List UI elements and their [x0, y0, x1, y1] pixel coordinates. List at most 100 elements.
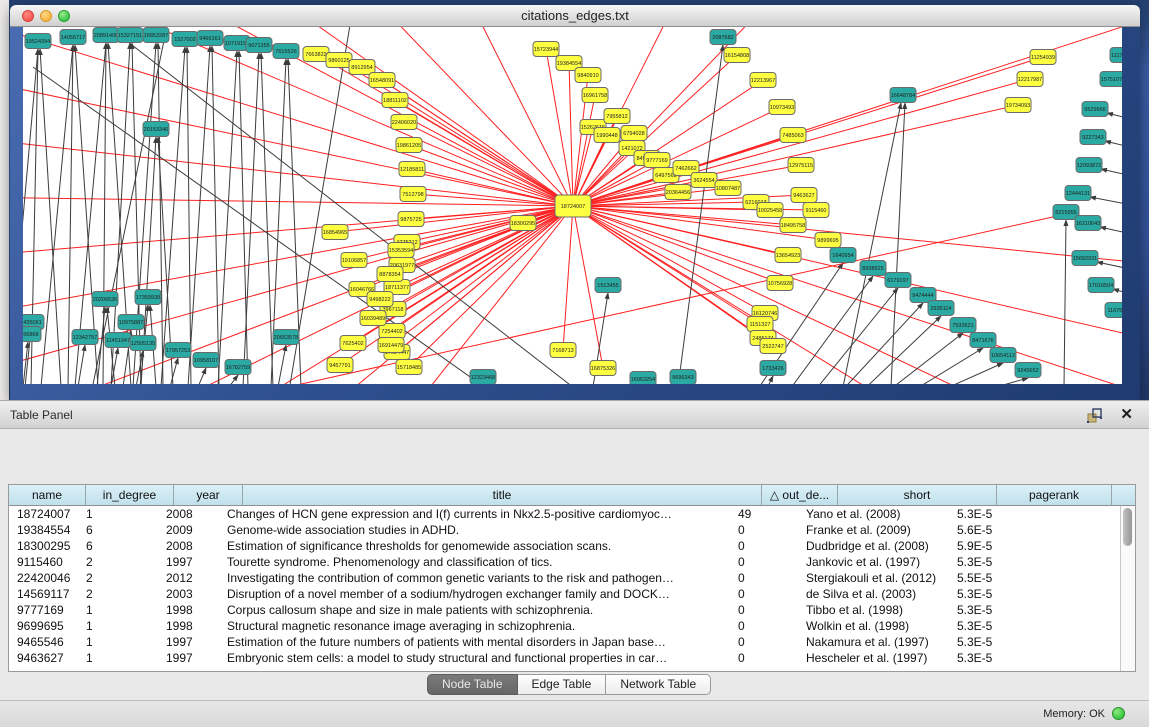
network-node[interactable]: 9529966 — [1082, 102, 1108, 117]
table-cell-year[interactable]: 1998 — [158, 602, 219, 618]
table-cell-pagerank[interactable]: 5.3E-5 — [949, 618, 1056, 634]
network-window-titlebar[interactable]: citations_edges.txt — [10, 5, 1140, 27]
table-cell-year[interactable]: 2008 — [158, 538, 219, 554]
column-header-out_degree[interactable]: △ out_de... — [762, 485, 838, 505]
network-node[interactable]: 22406020 — [391, 115, 417, 130]
scrollbar-thumb[interactable] — [1123, 508, 1132, 546]
network-node[interactable]: 15353594 — [388, 243, 414, 258]
network-node[interactable]: 1733426 — [760, 361, 786, 376]
network-node[interactable]: 12505135 — [130, 336, 156, 351]
network-node[interactable]: 2935114 — [928, 301, 954, 316]
table-cell-in_degree[interactable]: 1 — [78, 506, 158, 522]
table-cell-pagerank[interactable]: 5.3E-5 — [949, 554, 1056, 570]
network-node[interactable]: 9463627 — [791, 188, 817, 203]
table-cell-pagerank[interactable]: 5.6E-5 — [949, 522, 1056, 538]
table-cell-name[interactable]: 19384554 — [9, 522, 78, 538]
tab-edge-table[interactable]: Edge Table — [518, 674, 607, 695]
network-node[interactable]: 1167533 — [1105, 303, 1122, 318]
table-cell-short[interactable]: Yano et al. (2008) — [798, 506, 949, 522]
table-row[interactable]: 1830029562008Estimation of significance … — [9, 538, 1120, 554]
network-node[interactable]: 19734093 — [1005, 98, 1031, 113]
network-node[interactable]: 10975887 — [118, 315, 144, 330]
close-panel-icon[interactable]: ✕ — [1120, 405, 1133, 423]
table-cell-out_degree[interactable]: 0 — [730, 570, 798, 586]
table-cell-year[interactable]: 2008 — [158, 506, 219, 522]
table-cell-short[interactable]: Tibbo et al. (1998) — [798, 602, 949, 618]
table-row[interactable]: 1456911722003Disruption of a novel membe… — [9, 586, 1120, 602]
network-node[interactable]: 10958107 — [193, 353, 219, 368]
network-node[interactable]: 20153346 — [143, 122, 169, 137]
network-node[interactable]: 6179197 — [885, 273, 911, 288]
network-node[interactable]: 1527002 — [172, 32, 198, 47]
table-cell-out_degree[interactable]: 0 — [730, 602, 798, 618]
network-node[interactable]: 10654112 — [990, 348, 1016, 363]
network-node[interactable]: 9227343 — [1080, 130, 1106, 145]
column-header-in_degree[interactable]: in_degree — [86, 485, 174, 505]
table-cell-out_degree[interactable]: 0 — [730, 522, 798, 538]
table-cell-year[interactable]: 1997 — [158, 634, 219, 650]
network-node[interactable]: 7615526 — [273, 44, 299, 59]
network-node[interactable]: 15751074 — [1100, 72, 1122, 87]
table-cell-name[interactable]: 18300295 — [9, 538, 78, 554]
network-node[interactable]: 12975115 — [788, 158, 814, 173]
network-node[interactable]: 8471676 — [970, 333, 996, 348]
network-node[interactable]: 1151327 — [747, 317, 773, 332]
table-cell-name[interactable]: 9699695 — [9, 618, 78, 634]
network-node[interactable]: 14055717 — [60, 30, 86, 45]
network-node[interactable]: 2087682 — [710, 30, 736, 45]
table-cell-out_degree[interactable]: 0 — [730, 650, 798, 666]
table-cell-short[interactable]: Dudbridge et al. (2008) — [798, 538, 949, 554]
network-node[interactable]: 9457791 — [327, 358, 353, 373]
network-node[interactable]: 7625402 — [340, 336, 366, 351]
table-cell-pagerank[interactable]: 5.3E-5 — [949, 602, 1056, 618]
network-node[interactable]: 11175304 — [1110, 48, 1122, 63]
column-header-year[interactable]: year — [174, 485, 243, 505]
table-row[interactable]: 1938455462009Genome-wide association stu… — [9, 522, 1120, 538]
table-cell-title[interactable]: Disruption of a novel member of a sodium… — [219, 586, 730, 602]
table-cell-name[interactable]: 22420046 — [9, 570, 78, 586]
network-node[interactable]: 15692931 — [1072, 251, 1098, 266]
table-row[interactable]: 2242004622012Investigating the contribut… — [9, 570, 1120, 586]
network-node[interactable]: 17957253 — [165, 343, 191, 358]
table-cell-in_degree[interactable]: 1 — [78, 618, 158, 634]
tab-node-table[interactable]: Node Table — [427, 674, 518, 695]
network-node[interactable]: 16853287 — [143, 28, 169, 43]
network-node[interactable]: 12323468 — [470, 370, 496, 385]
table-cell-title[interactable]: Estimation of significance thresholds fo… — [219, 538, 730, 554]
network-node[interactable]: 12185811 — [399, 162, 425, 177]
table-cell-name[interactable]: 9777169 — [9, 602, 78, 618]
network-node[interactable]: 9875725 — [398, 212, 424, 227]
network-node[interactable]: 18495758 — [780, 218, 806, 233]
network-node[interactable]: 3624554 — [691, 173, 717, 188]
network-hub-node[interactable]: 18724007 — [555, 195, 591, 217]
network-node[interactable]: 12213967 — [750, 73, 776, 88]
network-node[interactable]: 9115460 — [803, 203, 829, 218]
column-header-pagerank[interactable]: pagerank — [997, 485, 1112, 505]
network-node[interactable]: 7663822 — [303, 47, 329, 62]
table-cell-name[interactable]: 9463627 — [9, 650, 78, 666]
network-node[interactable]: 11254939 — [1030, 50, 1056, 65]
network-node[interactable]: 16854965 — [322, 225, 348, 240]
network-node[interactable]: 15718485 — [396, 360, 422, 375]
table-cell-year[interactable]: 1997 — [158, 650, 219, 666]
table-row[interactable]: 911546021997Tourette syndrome. Phenomeno… — [9, 554, 1120, 570]
table-row[interactable]: 1872400712008Changes of HCN gene express… — [9, 506, 1120, 522]
network-node[interactable]: 7168713 — [550, 343, 576, 358]
tab-network-table[interactable]: Network Table — [606, 674, 711, 695]
network-node[interactable]: 1156868 — [23, 327, 41, 342]
network-node[interactable]: 20364456 — [665, 185, 691, 200]
network-node[interactable]: 20206536 — [92, 292, 118, 307]
table-row[interactable]: 946362711997Embryonic stem cells: a mode… — [9, 650, 1120, 666]
network-node[interactable]: 1513455 — [595, 278, 621, 293]
table-cell-name[interactable]: 9115460 — [9, 554, 78, 570]
network-node[interactable]: 12444131 — [1065, 186, 1091, 201]
table-cell-short[interactable]: Nakamura et al. (1997) — [798, 634, 949, 650]
network-node[interactable]: 9860125 — [326, 53, 352, 68]
network-canvas[interactable]: 7663822986012589129541654809118811102224… — [23, 27, 1122, 384]
table-cell-in_degree[interactable]: 2 — [78, 586, 158, 602]
table-cell-title[interactable]: Changes of HCN gene expression and I(f) … — [219, 506, 730, 522]
table-cell-year[interactable]: 2012 — [158, 570, 219, 586]
network-node[interactable]: 9245652 — [1015, 363, 1041, 378]
table-cell-out_degree[interactable]: 49 — [730, 506, 798, 522]
table-cell-pagerank[interactable]: 5.3E-5 — [949, 634, 1056, 650]
